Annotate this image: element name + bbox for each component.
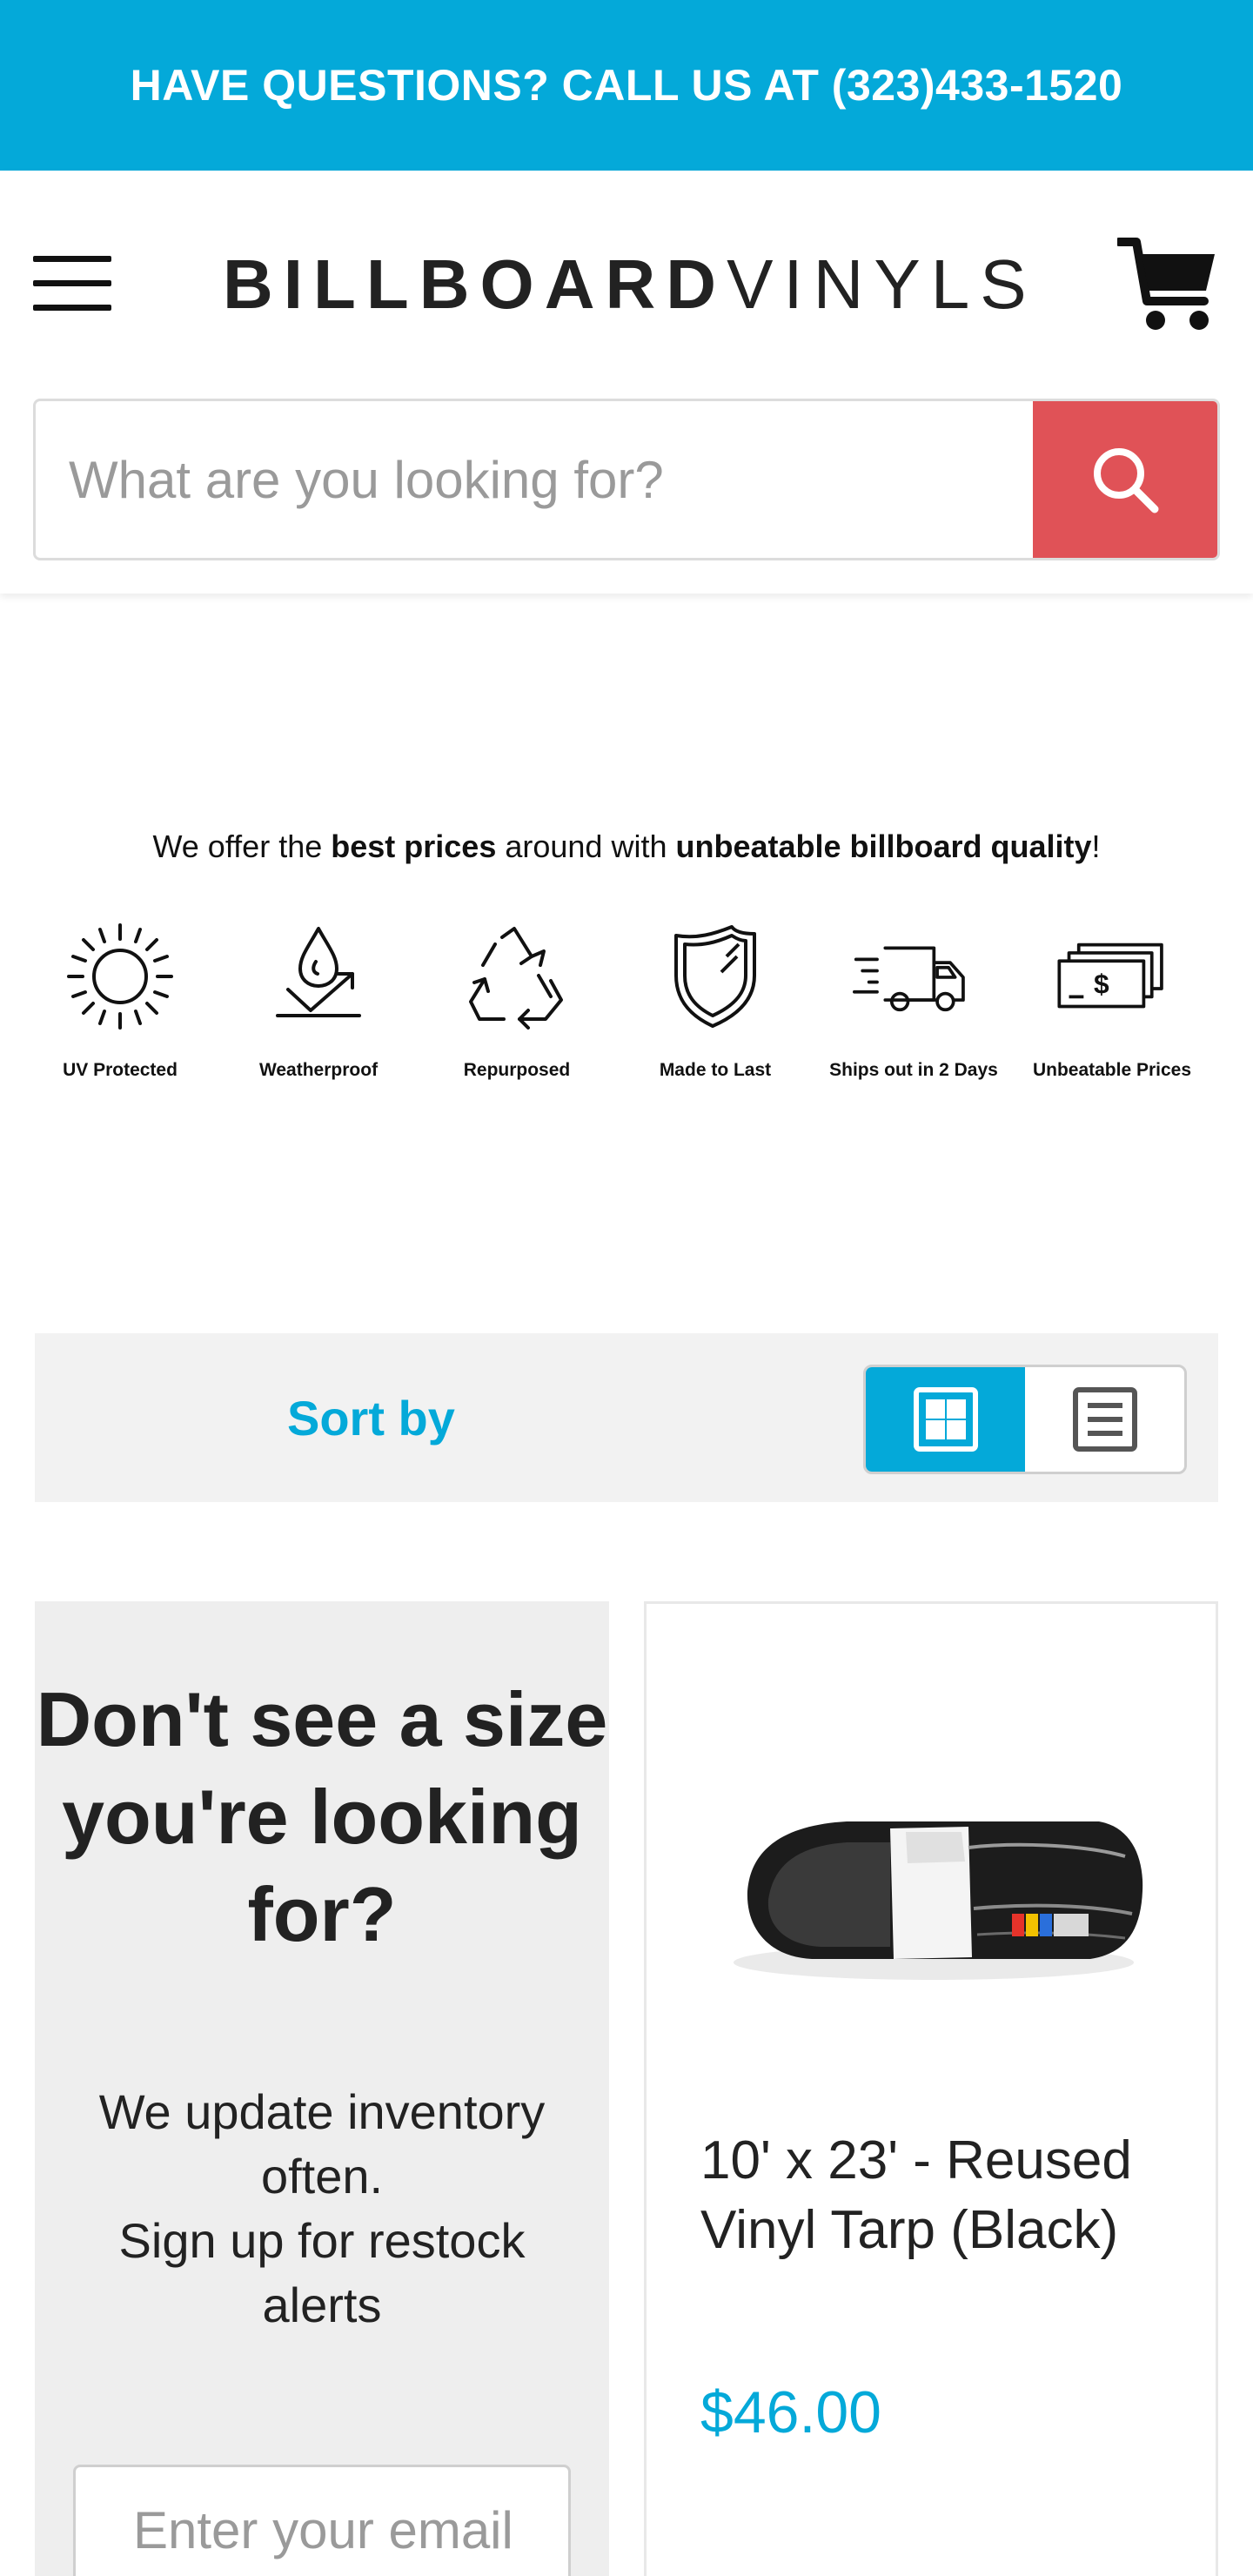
email-field[interactable] <box>73 2465 571 2576</box>
logo-light-text: VINYLS <box>727 245 1037 323</box>
promo-tagline: We offer the best prices around with unb… <box>0 828 1253 865</box>
restock-subtext: We update inventory often. Sign up for r… <box>70 2080 574 2338</box>
cart-icon <box>1115 238 1215 330</box>
feature-label: Repurposed <box>463 1060 571 1080</box>
search-button[interactable] <box>1033 401 1217 558</box>
promo-bold-text: best prices <box>331 828 497 864</box>
feature-label: Ships out in 2 Days <box>829 1060 998 1080</box>
restock-heading: Don't see a size you're looking for? <box>36 1676 608 1957</box>
feature-label: Unbeatable Prices <box>1032 1060 1192 1080</box>
feature-list: UV Protected Weatherproof Repurposed Mad… <box>21 916 1232 1090</box>
announcement-text: HAVE QUESTIONS? CALL US AT (323)433-1520 <box>130 61 1123 110</box>
feature-made-to-last: Made to Last <box>616 916 814 1090</box>
view-toggle <box>863 1365 1187 1474</box>
feature-weatherproof: Weatherproof <box>219 916 418 1090</box>
menu-icon-bar <box>33 280 111 286</box>
search-bar <box>33 399 1220 560</box>
sun-icon <box>59 916 181 1037</box>
water-drop-icon <box>258 916 379 1037</box>
product-title[interactable]: 10' x 23' - Reused Vinyl Tarp (Black) <box>700 2126 1188 2265</box>
list-view-button[interactable] <box>1025 1367 1184 1472</box>
grid-icon <box>913 1387 978 1452</box>
product-card[interactable]: 10' x 23' - Reused Vinyl Tarp (Black) $4… <box>644 1601 1218 2576</box>
restock-subtext-line: Sign up for restock alerts <box>118 2213 526 2332</box>
menu-icon-bar <box>33 305 111 311</box>
promo-bold-text: unbeatable billboard quality <box>675 828 1092 864</box>
collection-toolbar: Sort by <box>35 1333 1218 1502</box>
promo-text: We offer the <box>152 828 332 864</box>
search-icon <box>1094 448 1159 513</box>
promo-text: around with <box>496 828 676 864</box>
menu-button[interactable] <box>33 256 113 312</box>
restock-subtext-line: We update inventory often. <box>98 2084 546 2204</box>
feature-unbeatable-prices: $ Unbeatable Prices <box>1013 916 1211 1090</box>
logo-bold-text: BILLBOARD <box>223 245 727 323</box>
cart-button[interactable] <box>1115 233 1218 336</box>
feature-label: Made to Last <box>659 1060 772 1080</box>
product-price: $46.00 <box>700 2379 881 2445</box>
feature-label: Weatherproof <box>258 1060 379 1080</box>
shield-icon <box>654 916 776 1037</box>
product-image[interactable] <box>716 1761 1151 2004</box>
sort-by-dropdown[interactable]: Sort by <box>287 1333 455 1502</box>
truck-icon <box>853 916 975 1037</box>
site-logo[interactable]: BILLBOARD VINYLS <box>223 245 1032 324</box>
feature-uv-protected: UV Protected <box>21 916 219 1090</box>
promo-text: ! <box>1091 828 1101 864</box>
svg-text:$: $ <box>1094 969 1109 1000</box>
grid-view-button[interactable] <box>866 1367 1025 1472</box>
recycle-icon <box>456 916 578 1037</box>
site-header: BILLBOARD VINYLS <box>0 171 1253 594</box>
list-icon <box>1072 1387 1137 1452</box>
feature-ships-fast: Ships out in 2 Days <box>814 916 1013 1090</box>
restock-signup-card: Don't see a size you're looking for? We … <box>35 1601 609 2576</box>
menu-icon-bar <box>33 256 111 262</box>
announcement-bar: HAVE QUESTIONS? CALL US AT (323)433-1520 <box>0 0 1253 171</box>
cash-icon: $ <box>1051 916 1173 1037</box>
feature-repurposed: Repurposed <box>418 916 616 1090</box>
feature-label: UV Protected <box>63 1060 178 1080</box>
search-input[interactable] <box>36 401 1033 558</box>
